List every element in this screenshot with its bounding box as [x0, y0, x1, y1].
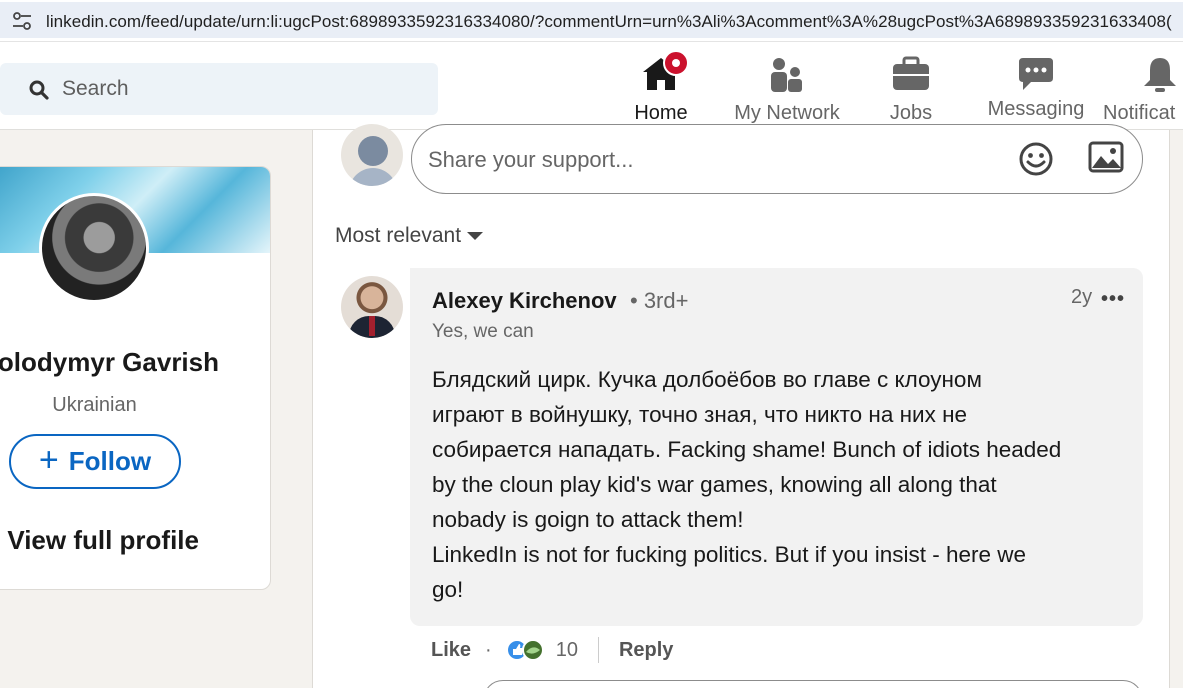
comment-input[interactable] [428, 145, 988, 175]
avatar-tie-shape [369, 316, 375, 336]
nav-my-network[interactable]: My Network [727, 42, 847, 130]
like-button[interactable]: Like [431, 639, 471, 662]
reply-button[interactable]: Reply [619, 639, 673, 662]
image-icon[interactable] [1088, 141, 1124, 173]
profile-card: olodymyr Gavrish Ukrainian + Follow View… [0, 166, 271, 590]
avatar-head-shape [358, 136, 388, 166]
sort-dropdown[interactable]: Most relevant [335, 224, 484, 248]
action-divider [597, 637, 599, 663]
browser-address-bar: linkedin.com/feed/update/urn:li:ugcPost:… [0, 0, 1183, 42]
comment-timestamp: 2y [1071, 286, 1093, 308]
comment-text: Блядский цирк. Кучка долбоёбов во главе … [432, 367, 1062, 602]
separator-dot: · [485, 638, 492, 661]
comment-author-avatar[interactable] [341, 276, 403, 338]
comment-author-headline: Yes, we can [432, 321, 534, 342]
profile-name[interactable]: olodymyr Gavrish [0, 347, 219, 378]
comment-actions: Like · 10 Reply [431, 636, 673, 664]
search-box[interactable] [0, 63, 438, 115]
comment-bubble: Alexey Kirchenov • 3rd+ Yes, we can 2y •… [410, 268, 1143, 626]
site-settings-icon[interactable] [12, 12, 32, 30]
plus-icon: + [38, 441, 59, 479]
nav-jobs-label: Jobs [889, 102, 933, 124]
reply-composer-partial[interactable] [483, 680, 1143, 688]
nav-network-label: My Network [734, 102, 840, 124]
view-full-profile-link[interactable]: View full profile [0, 525, 199, 556]
nav-notifications-label: Notificat [1103, 102, 1176, 124]
search-icon [29, 80, 49, 100]
people-icon [771, 58, 802, 92]
nav-home-label: Home [634, 102, 688, 124]
reaction-count[interactable]: 10 [556, 639, 578, 662]
follow-button[interactable]: + Follow [9, 434, 181, 489]
emoji-icon[interactable] [1018, 141, 1054, 177]
profile-avatar[interactable] [39, 193, 149, 303]
linkedin-header: Home My Network Jobs Messaging [0, 42, 1183, 130]
bell-icon [1144, 58, 1176, 92]
comment-author-name[interactable]: Alexey Kirchenov [432, 288, 617, 314]
profile-headline: Ukrainian [52, 394, 137, 416]
nav-messaging-label: Messaging [987, 98, 1085, 120]
nav-messaging[interactable]: Messaging [983, 42, 1089, 130]
caret-down-icon [467, 232, 484, 240]
chat-bubble-icon [1019, 58, 1053, 90]
more-options-icon[interactable]: ••• [1101, 288, 1125, 311]
url-text[interactable]: linkedin.com/feed/update/urn:li:ugcPost:… [46, 12, 1172, 32]
current-user-avatar [341, 124, 403, 186]
follow-label: Follow [68, 446, 152, 476]
search-input[interactable] [62, 75, 422, 103]
url-field[interactable]: linkedin.com/feed/update/urn:li:ugcPost:… [0, 2, 1183, 38]
post-detail-column: Most relevant Alexey Kirchenov • 3rd+ Ye… [312, 124, 1170, 688]
briefcase-icon [893, 56, 929, 90]
comment-composer[interactable] [411, 124, 1143, 194]
notification-badge [663, 50, 689, 76]
nav-home[interactable]: Home [599, 42, 723, 130]
avatar-body-shape [349, 168, 397, 186]
reactions-icon[interactable] [505, 638, 548, 662]
sort-label: Most relevant [335, 224, 462, 247]
nav-jobs[interactable]: Jobs [866, 42, 956, 130]
nav-notifications[interactable]: Notificat [1100, 42, 1183, 130]
connection-degree: • 3rd+ [630, 288, 689, 313]
